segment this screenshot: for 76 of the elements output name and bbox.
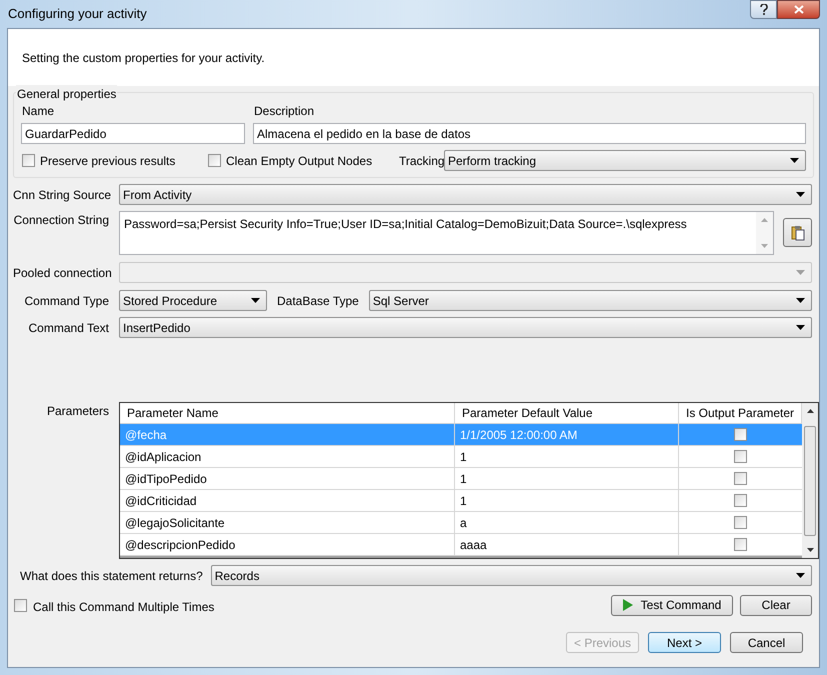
field-label: What does this statement returns? <box>20 568 203 584</box>
checkbox-label: Call this Command Multiple Times <box>33 599 216 616</box>
field-label: Tracking <box>399 152 444 170</box>
table-cell: @descripcionPedido <box>120 534 455 555</box>
test-command-button[interactable]: Test Command <box>611 594 733 616</box>
cancel-button[interactable]: Cancel <box>730 632 803 653</box>
table-cell: @idAplicacion <box>120 446 455 467</box>
scrollbar[interactable] <box>802 403 818 558</box>
parameter-row[interactable]: @idAplicacion 1 <box>120 446 802 468</box>
question-mark-icon <box>760 4 768 15</box>
scroll-down-arrow-icon[interactable] <box>806 548 814 552</box>
field-label: DataBase Type <box>277 292 359 310</box>
table-cell: a <box>455 512 679 533</box>
close-icon <box>794 5 804 14</box>
database-type-dropdown[interactable]: Sql Server <box>368 290 812 311</box>
caret-icon <box>796 325 805 330</box>
field-label: Command Type <box>24 292 109 310</box>
output-checkbox[interactable] <box>734 538 748 551</box>
field-label: Cnn String Source <box>13 186 109 204</box>
table-cell: @idCriticidad <box>120 490 455 511</box>
table-cell: 1 <box>455 468 679 489</box>
table-cell: @fecha <box>120 424 455 445</box>
table-cell: 1 <box>455 490 679 511</box>
checkbox[interactable] <box>208 154 221 167</box>
parameter-row[interactable]: @descripcionPedido aaaa <box>120 534 802 556</box>
caret-icon <box>796 573 805 578</box>
name-field[interactable]: GuardarPedido <box>21 123 245 144</box>
group-title: General properties <box>16 85 118 103</box>
returns-dropdown[interactable]: Records <box>210 565 812 586</box>
scroll-up-arrow-icon[interactable] <box>806 409 814 413</box>
column-header[interactable]: Parameter Default Value <box>455 403 679 423</box>
output-checkbox[interactable] <box>734 450 748 463</box>
caret-icon <box>251 298 260 303</box>
table-cell: 1/1/2005 12:00:00 AM <box>455 424 679 445</box>
window-title: Configuring your activity <box>7 5 148 24</box>
parameter-row[interactable]: @legajoSolicitante a <box>120 512 802 534</box>
parameter-row[interactable]: @idTipoPedido 1 <box>120 468 802 490</box>
caret-icon <box>796 298 805 303</box>
copy-button[interactable] <box>783 218 812 247</box>
checkbox[interactable] <box>22 154 35 167</box>
field-label: Name <box>21 103 56 120</box>
clear-button[interactable]: Clear <box>740 594 812 616</box>
header-text: Setting the custom properties for your activity. <box>22 50 265 66</box>
cnn-source-dropdown[interactable]: From Activity <box>119 184 812 205</box>
close-button[interactable] <box>777 0 820 19</box>
output-checkbox[interactable] <box>734 428 748 441</box>
output-checkbox[interactable] <box>734 472 748 485</box>
connection-string-field[interactable]: Password=sa;Persist Security Info=True;User ID=sa;Initial Catalog=DemoBizuit;Data Source=.\sqlexpress <box>119 211 774 255</box>
caret-icon <box>790 158 799 163</box>
table-cell: aaaa <box>455 534 679 555</box>
description-field[interactable]: Almacena el pedido en la base de datos <box>253 123 806 144</box>
command-text-dropdown[interactable]: InsertPedido <box>119 317 812 338</box>
caret-icon <box>796 270 805 275</box>
play-icon <box>622 599 633 611</box>
column-header[interactable]: Parameter Name <box>120 403 455 423</box>
table-cell: @idTipoPedido <box>120 468 455 489</box>
field-label: Command Text <box>28 320 109 336</box>
field-label: Pooled connection <box>13 264 109 282</box>
tracking-dropdown[interactable]: Perform tracking <box>444 150 806 171</box>
checkbox[interactable] <box>14 598 27 612</box>
output-checkbox[interactable] <box>734 516 748 529</box>
help-button[interactable] <box>750 0 777 19</box>
checkbox-label: Clean Empty Output Nodes <box>226 152 372 170</box>
command-type-dropdown[interactable]: Stored Procedure <box>119 290 267 311</box>
field-label: Description <box>253 103 316 120</box>
checkbox-label: Preserve previous results <box>40 152 176 170</box>
output-checkbox[interactable] <box>734 494 748 507</box>
next-button[interactable]: Next > <box>648 632 721 653</box>
field-label: Connection String <box>13 212 109 229</box>
table-cell: 1 <box>455 446 679 467</box>
scroll-thumb[interactable] <box>804 426 816 536</box>
table-cell: @legajoSolicitante <box>120 512 455 533</box>
caret-icon <box>796 192 805 197</box>
clipboard-icon <box>790 224 806 240</box>
parameter-row[interactable]: @idCriticidad 1 <box>120 490 802 512</box>
field-label: Parameters <box>46 403 109 420</box>
